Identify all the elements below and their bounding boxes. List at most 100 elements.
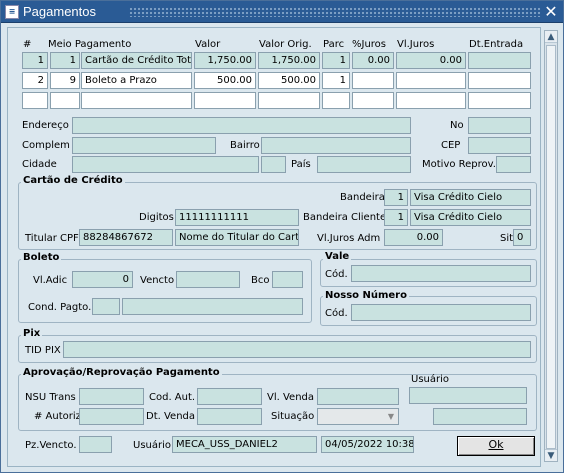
pix-title: Pix: [21, 328, 43, 339]
dt-venda-label: Dt. Venda: [146, 411, 196, 422]
close-icon[interactable]: ✕: [543, 3, 559, 20]
cartao-title: Cartão de Crédito: [21, 175, 125, 186]
valor-orig-field[interactable]: 500.00: [258, 72, 320, 89]
sit-label: Sit: [500, 233, 514, 244]
sit-field[interactable]: 0: [513, 229, 531, 246]
meio-code-field[interactable]: [50, 92, 80, 109]
vale-cod-label: Cód.: [325, 269, 348, 280]
complem-field[interactable]: [72, 137, 216, 154]
parc-field[interactable]: [322, 92, 350, 109]
pz-vencto-label: Pz.Vencto.: [25, 440, 77, 451]
title-bar-grip: [129, 7, 541, 17]
complem-label: Complem: [22, 140, 70, 151]
row-num: [22, 92, 48, 109]
nsu-trans-label: NSU Trans: [25, 392, 76, 403]
bairro-field[interactable]: [261, 137, 411, 154]
nosso-cod-field[interactable]: [351, 304, 531, 321]
nosso-numero-title: Nosso Número: [323, 290, 409, 301]
payments-window: ≡ Pagamentos ✕ ▲ ▼ # Meio Pagamento Valo…: [0, 0, 564, 473]
aprovacao-title: Aprovação/Reprovação Pagamento: [21, 367, 222, 378]
valor-field[interactable]: [194, 92, 256, 109]
vl-juros-field[interactable]: [396, 72, 466, 89]
autoriz-label: # Autoriz: [34, 411, 81, 422]
meio-field[interactable]: Cartão de Crédito Tota: [81, 52, 192, 69]
titular-nome-field[interactable]: Nome do Titular do Cartã: [175, 229, 299, 246]
tid-pix-label: TID PIX: [25, 345, 61, 356]
cep-label: CEP: [441, 140, 461, 151]
vencto-label: Vencto: [140, 275, 175, 286]
vl-juros-adm-label: Vl.Juros Adm: [317, 233, 381, 244]
cond-pagto-code-field[interactable]: [92, 298, 120, 315]
app-icon: ≡: [5, 5, 19, 19]
window-title: Pagamentos: [23, 4, 96, 19]
cod-aut-label: Cod. Aut.: [149, 392, 196, 403]
titular-cpf-label: Titular CPF: [25, 233, 79, 244]
cep-field[interactable]: [468, 137, 531, 154]
bairro-label: Bairro: [230, 140, 260, 151]
scroll-up-icon[interactable]: ▲: [545, 31, 557, 43]
vale-cod-field[interactable]: [351, 265, 531, 282]
row-num: 2: [22, 72, 48, 89]
valor-orig-field[interactable]: [258, 92, 320, 109]
bandeira-cliente-field[interactable]: Visa Crédito Cielo: [410, 209, 531, 226]
situacao-select[interactable]: ▼: [317, 408, 399, 425]
aprov-extra-field[interactable]: [433, 408, 527, 425]
title-bar: ≡ Pagamentos ✕: [1, 1, 563, 23]
valor-field[interactable]: 1,750.00: [194, 52, 256, 69]
autoriz-field[interactable]: [79, 408, 144, 425]
scroll-down-icon[interactable]: ▼: [545, 449, 557, 461]
vl-venda-field[interactable]: [317, 388, 399, 405]
ok-button[interactable]: Ok: [457, 436, 535, 456]
vl-adic-field[interactable]: 0: [72, 271, 133, 288]
dt-entrada-field[interactable]: [468, 92, 531, 109]
meio-code-field[interactable]: 9: [50, 72, 80, 89]
no-field[interactable]: [468, 117, 531, 134]
vertical-scrollbar[interactable]: ▲ ▼: [544, 30, 558, 462]
aprov-usuario-label: Usuário: [411, 374, 450, 385]
valor-orig-field[interactable]: 1,750.00: [258, 52, 320, 69]
col-header-num: #: [23, 39, 32, 50]
pct-juros-field[interactable]: 0.00: [352, 52, 394, 69]
endereco-field[interactable]: [72, 117, 411, 134]
pz-vencto-field[interactable]: [79, 436, 112, 453]
dt-entrada-field[interactable]: [468, 52, 531, 69]
pct-juros-field[interactable]: [352, 72, 394, 89]
digitos-field[interactable]: 11111111111: [175, 209, 299, 226]
row-num: 1: [22, 52, 48, 69]
footer-usuario-field: MECA_USS_DANIEL2: [172, 436, 317, 453]
scroll-thumb[interactable]: [546, 45, 556, 449]
dt-venda-field[interactable]: [197, 408, 262, 425]
cod-aut-field[interactable]: [197, 388, 262, 405]
chevron-down-icon: ▼: [387, 412, 395, 421]
bandeira-field[interactable]: Visa Crédito Cielo: [410, 189, 531, 206]
motivo-reprov-label: Motivo Reprov.: [422, 159, 496, 170]
nsu-trans-field[interactable]: [79, 388, 144, 405]
motivo-reprov-field[interactable]: [496, 156, 531, 173]
bandeira-code-field[interactable]: 1: [384, 189, 408, 206]
endereco-label: Endereço: [22, 120, 69, 131]
bco-field[interactable]: [272, 271, 303, 288]
dt-entrada-field[interactable]: [468, 72, 531, 89]
tid-pix-field[interactable]: [63, 341, 531, 358]
meio-code-field[interactable]: 1: [50, 52, 80, 69]
vl-venda-label: Vl. Venda: [267, 392, 315, 403]
vencto-field[interactable]: [176, 271, 240, 288]
valor-field[interactable]: 500.00: [194, 72, 256, 89]
bandeira-cliente-code-field[interactable]: 1: [384, 209, 408, 226]
pct-juros-field[interactable]: [352, 92, 394, 109]
pais-field[interactable]: [317, 156, 411, 173]
titular-cpf-field[interactable]: 88284867672: [79, 229, 173, 246]
aprov-usuario-field[interactable]: [409, 387, 527, 404]
uf-field[interactable]: [261, 156, 286, 173]
cond-pagto-field[interactable]: [122, 298, 303, 315]
vl-juros-field[interactable]: [396, 92, 466, 109]
col-header-dt-entrada: Dt.Entrada: [469, 39, 524, 50]
parc-field[interactable]: 1: [322, 52, 350, 69]
vl-juros-field[interactable]: 0.00: [396, 52, 466, 69]
cidade-field[interactable]: [72, 156, 259, 173]
meio-field[interactable]: Boleto a Prazo: [81, 72, 192, 89]
col-header-vl-juros: Vl.Juros: [397, 39, 435, 50]
vl-juros-adm-field[interactable]: 0.00: [384, 229, 443, 246]
meio-field[interactable]: [81, 92, 192, 109]
parc-field[interactable]: 1: [322, 72, 350, 89]
